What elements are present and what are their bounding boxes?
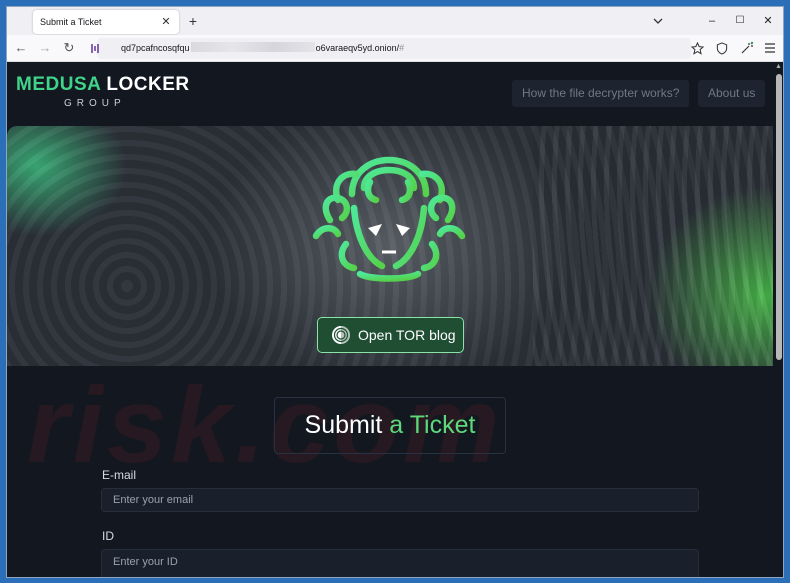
extensions-icon[interactable] [740, 41, 754, 55]
url-bar[interactable]: qd7pcafncosqfqu o6varaeqv5yd.onion/# [91, 38, 691, 59]
tab-title: Submit a Ticket [40, 17, 102, 27]
hero-banner: Open TOR blog [7, 126, 773, 366]
url-text: qd7pcafncosqfqu o6varaeqv5yd.onion/# [121, 42, 404, 53]
tor-onion-icon[interactable] [89, 42, 101, 55]
navigation-toolbar: ← → ↻ qd7pcafncosqfqu o6varaeqv5yd.onion/… [7, 35, 783, 62]
open-tor-blog-button[interactable]: Open TOR blog [317, 317, 464, 353]
id-label: ID [102, 529, 114, 543]
logo-title: MEDUSA LOCKER [16, 74, 190, 96]
tab-list-chevron-icon[interactable] [650, 13, 666, 29]
bookmark-star-icon[interactable] [691, 42, 704, 55]
email-label: E-mail [102, 468, 137, 482]
id-field[interactable]: Enter your ID [101, 549, 699, 577]
tab-strip: Submit a Ticket ✕ + – ☐ ✕ [7, 7, 783, 35]
logo-word-locker: LOCKER [106, 74, 190, 95]
page-scrollbar[interactable]: ▲ [773, 62, 783, 577]
tor-button-label: Open TOR blog [358, 327, 456, 343]
decrypter-info-link[interactable]: How the file decrypter works? [512, 80, 690, 107]
tab-submit-ticket[interactable]: Submit a Ticket ✕ [33, 10, 179, 34]
url-hash: # [399, 43, 405, 53]
maximize-icon[interactable]: ☐ [732, 13, 748, 29]
logo-subtitle: GROUP [64, 98, 126, 109]
back-arrow-icon[interactable]: ← [13, 40, 29, 56]
minimize-icon[interactable]: – [704, 13, 720, 29]
tab-close-icon[interactable]: ✕ [159, 15, 173, 29]
reload-icon[interactable]: ↻ [61, 40, 77, 56]
site-logo[interactable]: MEDUSA LOCKER GROUP [16, 74, 190, 109]
url-redacted-blur [190, 42, 315, 52]
title-word-submit: Submit [304, 411, 383, 439]
url-prefix: qd7pcafncosqfqu [121, 43, 190, 53]
url-suffix: o6varaeqv5yd.onion/ [315, 43, 400, 53]
title-word-ticket: a Ticket [389, 411, 476, 439]
page-content: MEDUSA LOCKER GROUP How the file decrypt… [7, 62, 773, 577]
page-title: Submit a Ticket [274, 397, 506, 454]
scroll-up-arrow-icon[interactable]: ▲ [775, 63, 782, 70]
about-us-link[interactable]: About us [698, 80, 766, 107]
browser-window: Submit a Ticket ✕ + – ☐ ✕ ← → ↻ qd7pcafn… [6, 6, 784, 578]
email-field[interactable]: Enter your email [101, 488, 699, 512]
forward-arrow-icon[interactable]: → [37, 40, 53, 56]
tor-onion-icon [332, 326, 350, 344]
medusa-logo-icon [312, 156, 466, 282]
menu-icon[interactable] [764, 42, 776, 54]
shield-icon[interactable] [716, 42, 728, 55]
logo-word-medusa: MEDUSA [16, 74, 101, 95]
plus-icon[interactable]: + [184, 12, 202, 30]
scrollbar-thumb[interactable] [776, 74, 782, 360]
close-window-icon[interactable]: ✕ [760, 13, 776, 29]
